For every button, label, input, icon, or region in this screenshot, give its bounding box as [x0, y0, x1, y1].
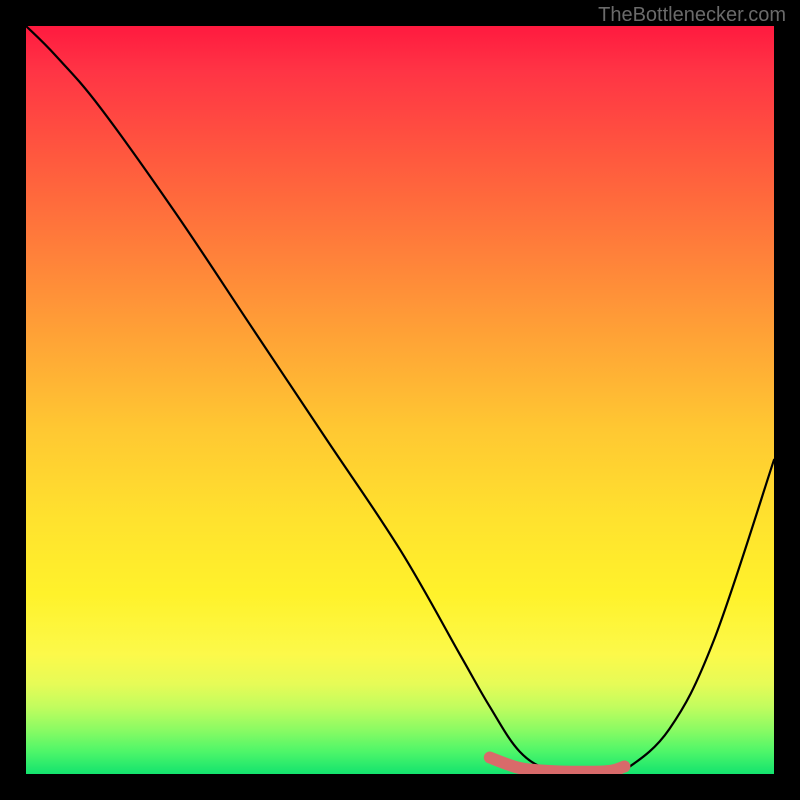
bottleneck-curve-path	[26, 26, 774, 774]
attribution-text: TheBottlenecker.com	[598, 4, 786, 27]
optimal-range-highlight	[490, 758, 625, 772]
chart-svg	[26, 26, 774, 774]
chart-plot-area	[26, 26, 774, 774]
